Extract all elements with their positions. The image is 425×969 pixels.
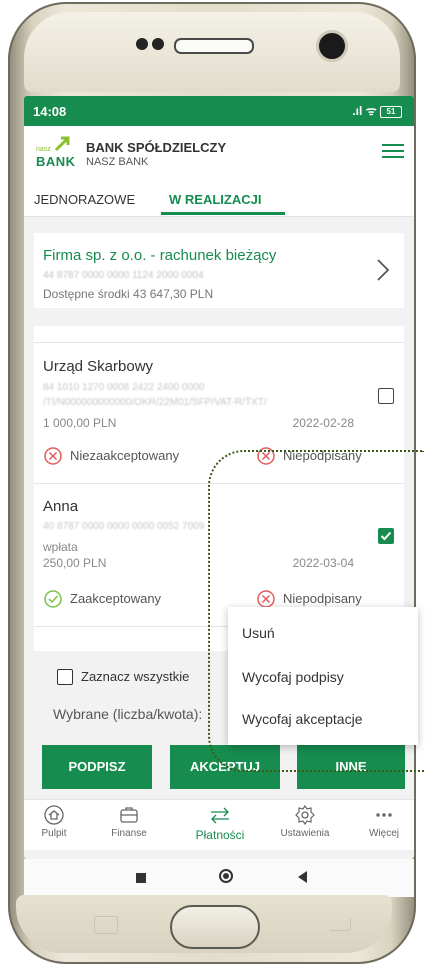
nav-label: Finanse xyxy=(111,828,147,839)
recents-icon[interactable] xyxy=(136,873,146,883)
transfer-account: 84 1010 1270 0008 2422 2400 0000 xyxy=(43,382,205,393)
sensor-dot xyxy=(136,38,148,50)
nav-label: Pulpit xyxy=(41,828,67,839)
status-bar: 14:08 .ıl ᯤ 51 xyxy=(24,96,414,126)
transfer-amount: 250,00 PLN xyxy=(43,556,107,570)
checkmark-icon xyxy=(380,531,392,541)
wallet-icon xyxy=(120,807,138,823)
nav-finanse[interactable]: Finanse xyxy=(99,804,159,839)
transfer-recipient: Urząd Skarbowy xyxy=(43,358,154,375)
transfer-checkbox-checked[interactable] xyxy=(378,528,394,544)
nav-platnosci[interactable]: Płatności xyxy=(190,804,250,842)
more-dots-icon xyxy=(376,813,392,817)
menu-item-withdraw-acceptances[interactable]: Wycofaj akceptacje xyxy=(242,711,362,727)
more-actions-button[interactable]: INNE xyxy=(297,745,405,789)
transfer-date: 2022-03-04 xyxy=(292,556,354,570)
recent-apps-softkey-icon[interactable] xyxy=(94,916,118,934)
menu-item-withdraw-signatures[interactable]: Wycofaj podpisy xyxy=(242,669,344,685)
physical-home-button[interactable] xyxy=(170,905,260,949)
wifi-icon: ᯤ xyxy=(365,104,377,118)
nav-ustawienia[interactable]: Ustawienia xyxy=(275,804,335,839)
back-softkey-icon[interactable] xyxy=(330,918,351,931)
transfer-title: /TI/N000000000000/OKR/22M01/SFP/VAT-R/TX… xyxy=(43,397,267,408)
sign-button[interactable]: PODPISZ xyxy=(42,745,152,789)
bank-logo: nasz BANK xyxy=(36,136,80,172)
gear-icon xyxy=(295,804,315,826)
home-icon xyxy=(44,805,64,825)
status-accept-label: Niezaakceptowany xyxy=(70,448,180,463)
nav-label: Płatności xyxy=(195,828,245,842)
sensor-dot xyxy=(152,38,164,50)
back-icon[interactable] xyxy=(298,871,307,883)
transfer-arrows-icon xyxy=(211,807,229,824)
divider xyxy=(34,483,404,484)
logo-arrow-icon xyxy=(54,136,70,152)
bank-subname: NASZ BANK xyxy=(86,156,149,168)
select-all-checkbox[interactable] xyxy=(57,669,73,685)
menu-item-delete[interactable]: Usuń xyxy=(242,625,275,641)
app-header: nasz BANK BANK SPÓŁDZIELCZY NASZ BANK xyxy=(24,126,414,184)
status-time: 14:08 xyxy=(33,104,67,119)
hamburger-icon[interactable] xyxy=(382,144,404,160)
nav-label: Więcej xyxy=(368,828,399,839)
divider xyxy=(34,342,404,343)
nav-wiecej[interactable]: Więcej xyxy=(354,804,414,839)
transfer-title: wpłata xyxy=(43,540,78,554)
more-actions-menu: Usuń Wycofaj podpisy Wycofaj akceptacje xyxy=(228,607,418,745)
android-nav-bar xyxy=(24,859,414,897)
status-accept-label: Zaakceptowany xyxy=(70,591,162,606)
status-sign-label: Niepodpisany xyxy=(283,448,362,463)
nav-pulpit[interactable]: Pulpit xyxy=(24,804,84,839)
tab-w-realizacji[interactable]: W REALIZACJI xyxy=(169,192,261,207)
active-tab-indicator xyxy=(161,212,285,215)
account-number: 44 8787 0000 0000 1124 2000 0004 xyxy=(43,270,204,281)
logo-text-top: nasz xyxy=(36,146,51,153)
select-all-label[interactable]: Zaznacz wszystkie xyxy=(81,669,189,684)
check-circle-icon xyxy=(44,590,62,608)
accept-button[interactable]: AKCEPTUJ xyxy=(170,745,280,789)
logo-text-bottom: BANK xyxy=(36,154,76,169)
transfer-recipient: Anna xyxy=(43,498,79,515)
status-sign-label: Niepodpisany xyxy=(283,591,362,606)
chevron-right-icon[interactable] xyxy=(376,257,390,283)
nav-label: Ustawienia xyxy=(280,828,330,839)
transfer-amount: 1 000,00 PLN xyxy=(43,416,117,430)
available-funds: Dostępne środki 43 647,30 PLN xyxy=(43,287,214,301)
bank-name: BANK SPÓŁDZIELCZY xyxy=(86,140,227,155)
transfer-date: 2022-02-28 xyxy=(292,416,354,430)
transfer-checkbox[interactable] xyxy=(378,388,394,404)
x-circle-icon xyxy=(257,590,275,608)
earpiece-speaker xyxy=(174,38,254,54)
transfer-account: 40 8787 0000 0000 0000 0052 7009 xyxy=(43,521,205,532)
selected-summary: Wybrane (liczba/kwota): xyxy=(53,706,203,722)
signal-icon: .ıl xyxy=(352,104,363,118)
battery-icon: 51 xyxy=(380,105,402,118)
tab-bar: JEDNORAZOWE W REALIZACJI xyxy=(24,184,414,217)
account-name: Firma sp. z o.o. - rachunek bieżący xyxy=(43,247,277,264)
account-card[interactable]: Firma sp. z o.o. - rachunek bieżący 44 8… xyxy=(34,233,404,308)
front-camera xyxy=(316,30,348,62)
x-circle-icon xyxy=(44,447,62,465)
x-circle-icon xyxy=(257,447,275,465)
status-icons: .ıl ᯤ 51 xyxy=(352,102,402,119)
bottom-navigation: Pulpit Finanse Płatności Ustawienia Więc… xyxy=(24,799,414,850)
home-circle-icon[interactable] xyxy=(219,869,233,883)
tab-jednorazowe[interactable]: JEDNORAZOWE xyxy=(34,192,135,207)
